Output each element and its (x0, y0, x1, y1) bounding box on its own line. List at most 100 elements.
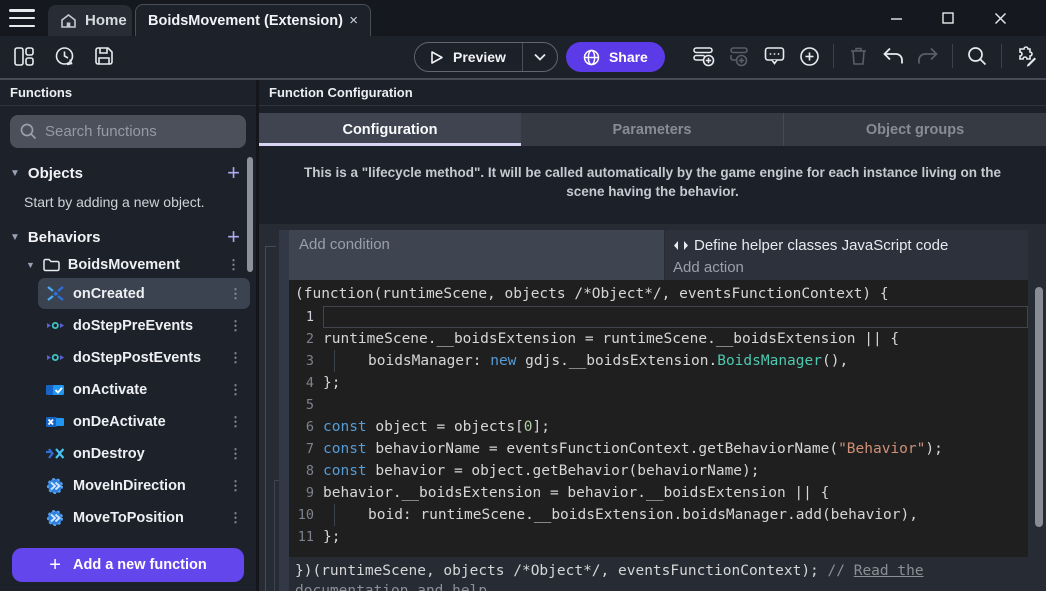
item-menu-icon[interactable]: ⋮ (229, 350, 248, 366)
folder-icon (43, 258, 60, 272)
code-line[interactable]: 8const behavior = object.getBehavior(beh… (289, 460, 1028, 482)
behavior-folder-boidsmovement[interactable]: ▼ BoidsMovement ⋮ (0, 248, 256, 277)
function-item-movetoposition[interactable]: MoveToPosition ⋮ (38, 502, 250, 533)
code-line[interactable]: 3boidsManager: new gdjs.__boidsExtension… (289, 350, 1028, 372)
tab-configuration[interactable]: Configuration (259, 113, 521, 146)
share-label: Share (609, 49, 648, 65)
code-line[interactable]: 1 (289, 306, 1028, 328)
tab-home[interactable]: Home (48, 5, 132, 36)
preview-dropdown-button[interactable] (522, 43, 557, 71)
lifecycle-description: This is a "lifecycle method". It will be… (259, 146, 1046, 201)
collapse-icon[interactable]: ▼ (10, 168, 20, 179)
redo-icon[interactable] (914, 42, 942, 70)
panel-title: Function Configuration (259, 80, 1046, 106)
function-item-moveindirection[interactable]: MoveInDirection ⋮ (38, 470, 250, 501)
objects-section-header[interactable]: ▼ Objects + (0, 154, 256, 184)
sidebar-scrollbar[interactable] (247, 157, 253, 272)
history-icon[interactable] (50, 42, 78, 70)
code-line[interactable]: 2runtimeScene.__boidsExtension = runtime… (289, 328, 1028, 350)
preview-button[interactable]: Preview (414, 42, 558, 72)
item-menu-icon[interactable]: ⋮ (229, 414, 248, 430)
tab-parameters[interactable]: Parameters (521, 113, 783, 146)
function-item-dosteppostevents[interactable]: doStepPostEvents ⋮ (38, 342, 250, 373)
delete-icon[interactable] (844, 42, 872, 70)
item-menu-icon[interactable]: ⋮ (229, 510, 248, 526)
code-line[interactable]: 11}; (289, 526, 1028, 548)
item-menu-icon[interactable]: ⋮ (229, 286, 248, 302)
search-functions-box[interactable] (10, 115, 246, 148)
function-configuration-panel: Function Configuration Configuration Par… (259, 80, 1046, 591)
indent-guide (334, 504, 368, 526)
add-new-function-button[interactable]: + Add a new function (12, 548, 244, 582)
functions-sidebar: Functions ▼ Objects + Start by adding a … (0, 80, 259, 591)
toggle-off-icon (46, 414, 64, 430)
code-editor[interactable]: (function(runtimeScene, objects /*Object… (289, 280, 1028, 557)
project-manager-icon[interactable] (10, 42, 38, 70)
code-line[interactable]: 6const object = objects[0]; (289, 416, 1028, 438)
toggle-on-icon (46, 382, 64, 398)
event-gutter (279, 230, 289, 591)
search-functions-input[interactable] (45, 123, 244, 140)
step-events-icon (46, 350, 64, 366)
event-rail (274, 480, 275, 591)
toolbar-separator (833, 44, 834, 68)
ondestroy-icon (46, 446, 64, 462)
share-button[interactable]: Share (566, 42, 665, 72)
add-circle-icon[interactable] (795, 42, 823, 70)
add-event-icon[interactable] (690, 42, 718, 70)
add-action-area[interactable]: Add action (673, 257, 1020, 279)
event-rail (265, 246, 276, 247)
move-gear-icon (46, 510, 64, 526)
code-line[interactable]: 10boid: runtimeScene.__boidsExtension.bo… (289, 504, 1028, 526)
close-window-icon[interactable] (994, 12, 1046, 25)
add-condition-area[interactable]: Add condition (289, 230, 664, 280)
item-menu-icon[interactable]: ⋮ (229, 446, 248, 462)
search-icon[interactable] (963, 42, 991, 70)
item-menu-icon[interactable]: ⋮ (227, 257, 246, 273)
actions-column: Define helper classes JavaScript code Ad… (665, 230, 1028, 280)
add-object-icon[interactable]: + (227, 164, 242, 182)
tab-boidsmovement[interactable]: BoidsMovement (Extension) × (135, 4, 371, 36)
add-behavior-icon[interactable]: + (227, 228, 242, 246)
code-wrapper-header: (function(runtimeScene, objects /*Object… (289, 283, 1028, 306)
add-comment-icon[interactable] (760, 42, 788, 70)
tab-object-groups[interactable]: Object groups (783, 113, 1046, 146)
item-menu-icon[interactable]: ⋮ (229, 478, 248, 494)
indent-guide (334, 350, 368, 372)
code-line[interactable]: 5 (289, 394, 1028, 416)
oncreated-icon (46, 286, 64, 302)
close-tab-icon[interactable]: × (349, 12, 358, 29)
collapse-icon[interactable]: ▼ (26, 260, 35, 270)
code-icon (673, 240, 689, 251)
title-bar: Home BoidsMovement (Extension) × (0, 0, 1046, 36)
toolbar: Preview Share (0, 36, 1046, 78)
code-line[interactable]: 4}; (289, 372, 1028, 394)
code-line[interactable]: 9behavior.__boidsExtension = behavior.__… (289, 482, 1028, 504)
add-subevent-icon[interactable] (725, 42, 753, 70)
events-scrollbar[interactable] (1035, 287, 1043, 527)
code-line[interactable]: 7const behaviorName = eventsFunctionCont… (289, 438, 1028, 460)
maximize-icon[interactable] (942, 12, 994, 24)
plus-icon: + (49, 554, 61, 577)
minimize-icon[interactable] (890, 12, 942, 25)
collapse-icon[interactable]: ▼ (10, 232, 20, 243)
function-item-ondeactivate[interactable]: onDeActivate ⋮ (38, 406, 250, 437)
tab-home-label: Home (85, 12, 127, 29)
save-icon[interactable] (90, 42, 118, 70)
search-icon (20, 123, 37, 140)
item-menu-icon[interactable]: ⋮ (229, 318, 248, 334)
main-menu-icon[interactable] (9, 9, 35, 27)
event-rail (265, 246, 266, 591)
edit-extension-icon[interactable] (1012, 42, 1040, 70)
item-menu-icon[interactable]: ⋮ (229, 382, 248, 398)
play-icon (429, 50, 444, 65)
undo-icon[interactable] (879, 42, 907, 70)
function-item-oncreated[interactable]: onCreated ⋮ (38, 278, 250, 309)
behaviors-section-header[interactable]: ▼ Behaviors + (0, 212, 256, 248)
js-event-title[interactable]: Define helper classes JavaScript code (673, 233, 1020, 257)
tab-active-label: BoidsMovement (Extension) (148, 13, 343, 29)
function-item-ondestroy[interactable]: onDestroy ⋮ (38, 438, 250, 469)
function-item-onactivate[interactable]: onActivate ⋮ (38, 374, 250, 405)
home-icon (60, 13, 77, 29)
function-item-dosteppreevents[interactable]: doStepPreEvents ⋮ (38, 310, 250, 341)
